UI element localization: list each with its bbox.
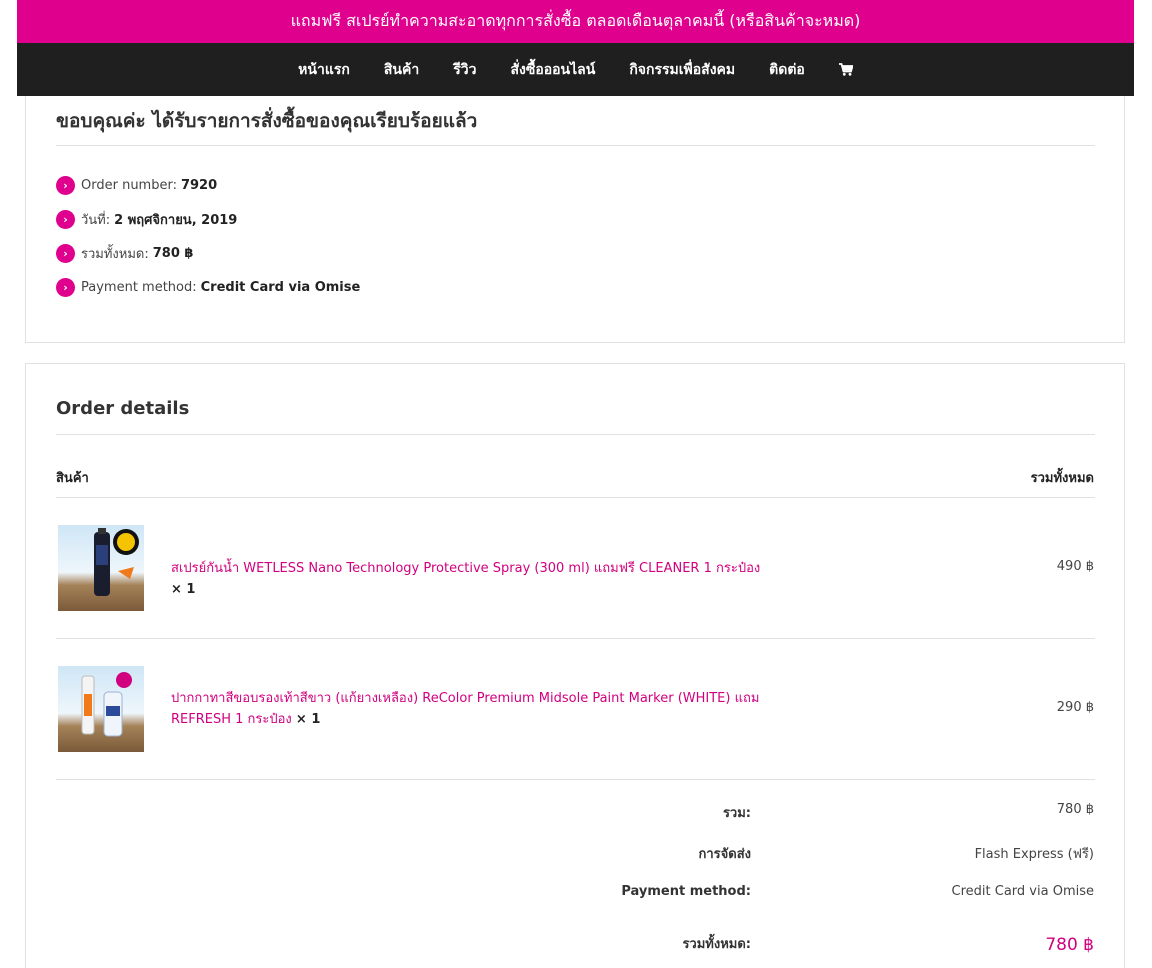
subtotal-value: 780 ฿ xyxy=(1056,802,1094,817)
divider xyxy=(56,145,1095,146)
product-link-marker[interactable]: ปากกาทาสีขอบรองเท้าสีขาว (แก้ยางเหลือง) … xyxy=(171,688,761,730)
overview-order-number: › Order number: 7920 xyxy=(56,175,217,195)
order-received-panel: ขอบคุณค่ะ ได้รับรายการสั่งซื้อของคุณเรีย… xyxy=(25,96,1125,343)
product-link-spray[interactable]: สเปรย์กันน้ำ WETLESS Nano Technology Pro… xyxy=(171,558,761,600)
spray-can-image xyxy=(94,528,139,596)
overview-date: › วันที่: 2 พฤศจิกายน, 2019 xyxy=(56,209,237,229)
grand-total-value: 780 ฿ xyxy=(1045,935,1094,955)
chevron-right-icon: › xyxy=(56,175,75,195)
cart-button[interactable] xyxy=(838,63,853,76)
divider xyxy=(56,434,1095,435)
line-total: 490 ฿ xyxy=(1056,559,1094,574)
product-quantity: × 1 xyxy=(171,582,196,597)
chevron-right-icon: › xyxy=(56,277,75,297)
shipping-label: การจัดส่ง xyxy=(698,847,752,862)
chevron-right-icon: › xyxy=(56,243,75,263)
nav-item-reviews[interactable]: รีวิว xyxy=(453,59,476,81)
product-name[interactable]: สเปรย์กันน้ำ WETLESS Nano Technology Pro… xyxy=(171,561,760,576)
order-details-heading: Order details xyxy=(56,398,190,419)
total-value: 780 ฿ xyxy=(152,245,194,261)
chevron-right-icon: › xyxy=(56,209,75,229)
subtotal-label: รวม: xyxy=(722,806,751,821)
overview-total: › รวมทั้งหมด: 780 ฿ xyxy=(56,243,193,263)
divider xyxy=(56,497,1095,498)
total-label: รวมทั้งหมด: xyxy=(81,246,149,262)
date-value: 2 พฤศจิกายน, 2019 xyxy=(114,212,238,228)
order-number-label: Order number: xyxy=(81,177,177,193)
main-nav: หน้าแรก สินค้า รีวิว สั่งซื้อออนไลน์ กิจ… xyxy=(17,43,1134,96)
thank-you-heading: ขอบคุณค่ะ ได้รับรายการสั่งซื้อของคุณเรีย… xyxy=(56,110,478,132)
column-header-total: รวมทั้งหมด xyxy=(1030,471,1094,486)
order-number-value: 7920 xyxy=(180,177,218,193)
cart-icon xyxy=(838,63,853,76)
date-label: วันที่: xyxy=(81,212,111,228)
payment-value: Credit Card via Omise xyxy=(200,279,361,295)
payment-method-value: Credit Card via Omise xyxy=(951,884,1094,899)
payment-method-label: Payment method: xyxy=(621,884,751,899)
shipping-value: Flash Express (ฟรี) xyxy=(974,847,1094,862)
nav-item-products[interactable]: สินค้า xyxy=(384,59,419,81)
divider xyxy=(56,638,1095,639)
product-quantity: × 1 xyxy=(295,712,321,727)
promo-banner: แถมฟรี สเปรย์ทำความสะอาดทุกการสั่งซื้อ ต… xyxy=(17,0,1134,43)
order-details-panel: Order details สินค้า รวมทั้งหมด สเปรย์กั… xyxy=(25,363,1125,968)
promo-text: แถมฟรี สเปรย์ทำความสะอาดทุกการสั่งซื้อ ต… xyxy=(290,11,861,30)
nav-item-home[interactable]: หน้าแรก xyxy=(298,59,350,81)
product-name[interactable]: ปากกาทาสีขอบรองเท้าสีขาว (แก้ยางเหลือง) … xyxy=(171,691,759,727)
payment-label: Payment method: xyxy=(81,279,197,295)
nav-item-contact[interactable]: ติดต่อ xyxy=(769,59,805,81)
divider xyxy=(56,779,1095,780)
marker-pen-image xyxy=(81,672,132,737)
grand-total-label: รวมทั้งหมด: xyxy=(682,937,751,952)
line-total: 290 ฿ xyxy=(1056,700,1094,715)
column-header-product: สินค้า xyxy=(56,471,89,486)
product-thumbnail-marker[interactable] xyxy=(58,666,144,752)
product-thumbnail-spray[interactable] xyxy=(58,525,144,611)
overview-payment: › Payment method: Credit Card via Omise xyxy=(56,277,360,297)
nav-item-csr[interactable]: กิจกรรมเพื่อสังคม xyxy=(629,59,735,81)
nav-item-order-online[interactable]: สั่งซื้อออนไลน์ xyxy=(510,59,595,81)
